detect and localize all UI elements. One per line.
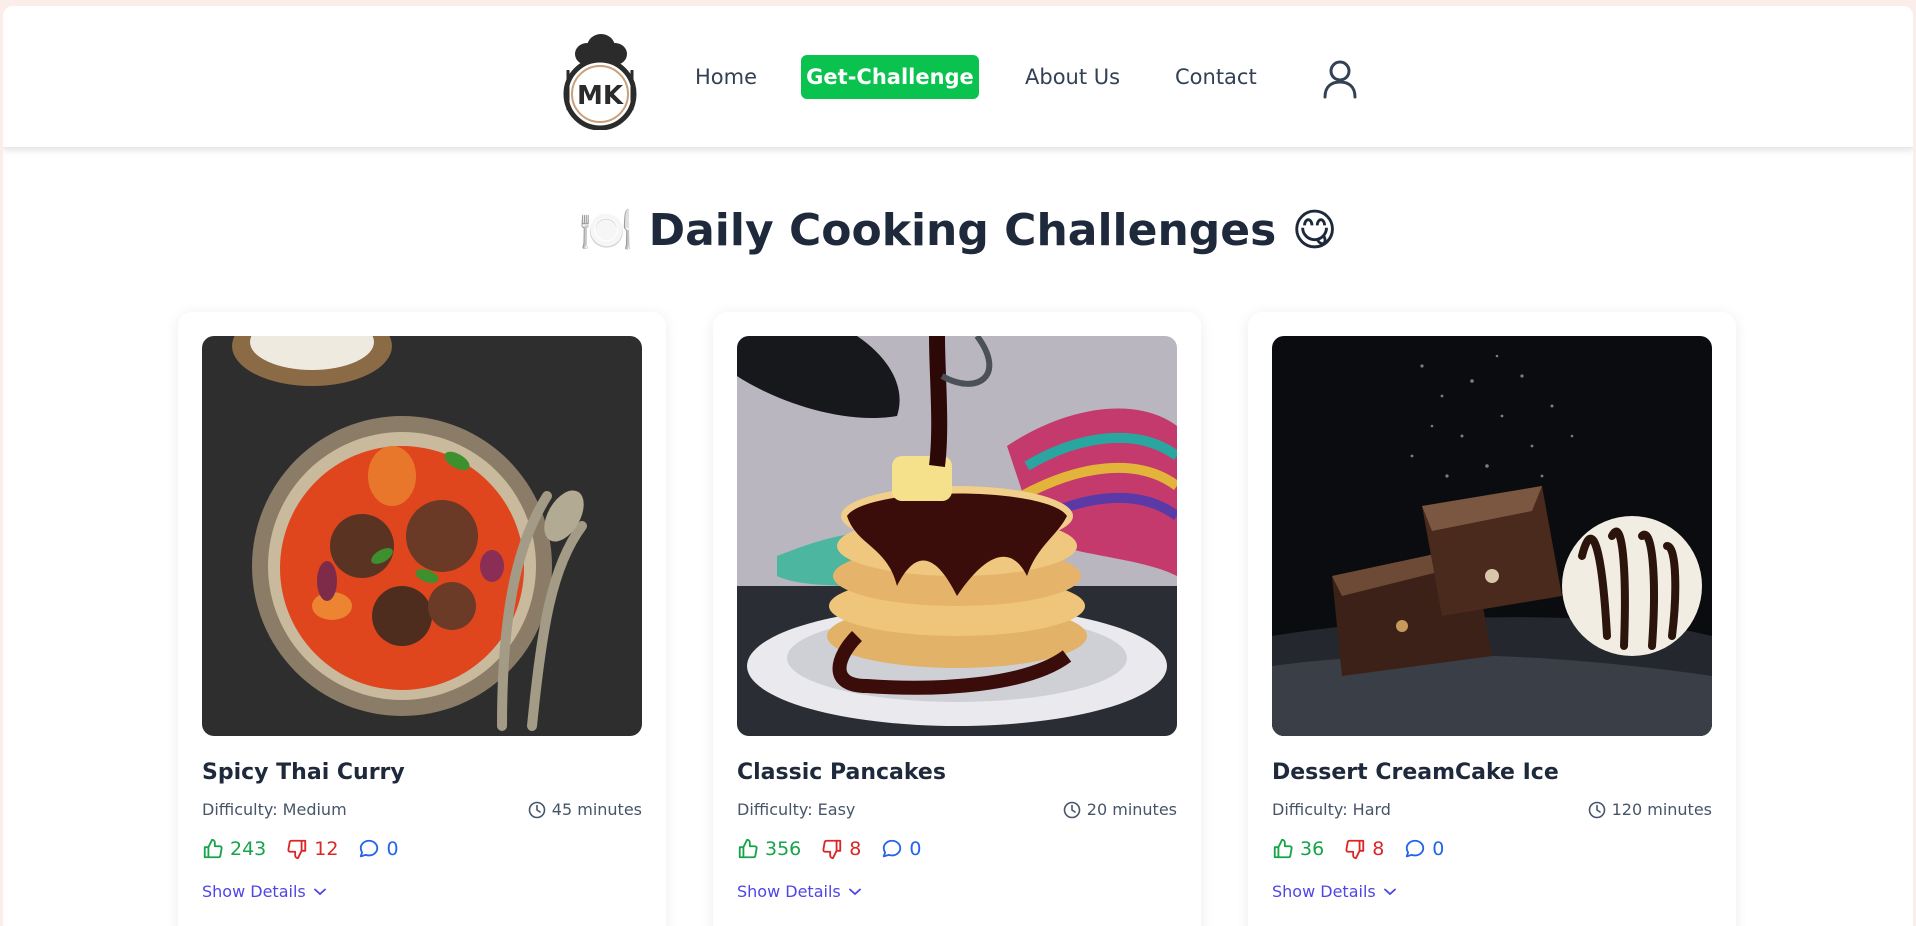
chevron-down-icon [1383, 888, 1396, 895]
comment-count: 0 [909, 838, 922, 860]
clock-icon [528, 801, 546, 818]
recipe-image-thai-curry [202, 336, 642, 736]
card-title: Classic Pancakes [737, 760, 946, 785]
duration: 120 minutes [1588, 800, 1712, 819]
show-details-toggle[interactable]: Show Details [1272, 882, 1396, 901]
recipe-image-pancakes [737, 336, 1177, 736]
nav-get-challenge-button[interactable]: Get-Challenge [801, 55, 979, 99]
like-button[interactable]: 356 [737, 838, 801, 860]
difficulty-label: Difficulty: Medium [202, 800, 347, 819]
challenge-card: Dessert CreamCake Ice Difficulty: Hard 1… [1248, 312, 1736, 926]
like-button[interactable]: 243 [202, 838, 266, 860]
comment-button[interactable]: 0 [881, 838, 921, 860]
thumbs-up-icon [738, 838, 758, 859]
like-count: 356 [765, 838, 802, 860]
dislike-button[interactable]: 8 [1344, 838, 1384, 860]
chevron-down-icon [848, 888, 861, 895]
show-details-toggle[interactable]: Show Details [202, 882, 326, 901]
dislike-count: 8 [849, 838, 862, 860]
like-button[interactable]: 36 [1272, 838, 1324, 860]
challenge-card: Spicy Thai Curry Difficulty: Medium 45 m… [178, 312, 666, 926]
page-title-text: Daily Cooking Challenges [648, 205, 1277, 256]
duration-text: 120 minutes [1611, 800, 1712, 819]
clock-icon [1063, 801, 1081, 818]
comment-count: 0 [386, 838, 399, 860]
dislike-button[interactable]: 12 [286, 838, 338, 860]
duration: 20 minutes [1063, 800, 1177, 819]
comment-button[interactable]: 0 [358, 838, 399, 860]
thumbs-up-icon [203, 838, 223, 859]
reaction-bar: 243 12 0 [202, 838, 399, 860]
nav-about-link[interactable]: About Us [1025, 55, 1120, 99]
reaction-bar: 356 8 0 [737, 838, 921, 860]
like-count: 243 [230, 838, 267, 860]
thumbs-up-icon [1273, 838, 1293, 859]
mk-chef-logo-icon[interactable]: MK [560, 30, 640, 131]
plate-emoji-icon: 🍽️ [578, 205, 634, 256]
nav-home-link[interactable]: Home [695, 55, 757, 99]
show-details-label: Show Details [1272, 882, 1376, 901]
comment-button[interactable]: 0 [1404, 838, 1444, 860]
recipe-image-dessert [1272, 336, 1712, 736]
like-count: 36 [1300, 838, 1325, 860]
logo-text: MK [577, 81, 624, 111]
clock-icon [1588, 801, 1605, 818]
card-meta: Difficulty: Hard 120 minutes [1272, 800, 1712, 819]
card-title: Dessert CreamCake Ice [1272, 760, 1559, 785]
dislike-button[interactable]: 8 [821, 838, 861, 860]
difficulty-label: Difficulty: Hard [1272, 800, 1391, 819]
comment-icon [360, 839, 379, 858]
challenge-card: Classic Pancakes Difficulty: Easy 20 min… [713, 312, 1201, 926]
show-details-toggle[interactable]: Show Details [737, 882, 861, 901]
duration: 45 minutes [528, 800, 642, 819]
dislike-count: 12 [314, 838, 339, 860]
card-meta: Difficulty: Easy 20 minutes [737, 800, 1177, 819]
comment-icon [1406, 839, 1425, 858]
show-details-label: Show Details [202, 882, 306, 901]
page-title: 🍽️ Daily Cooking Challenges 😋 [3, 204, 1913, 256]
show-details-label: Show Details [737, 882, 841, 901]
user-icon[interactable] [1322, 59, 1358, 99]
comment-icon [883, 839, 902, 858]
card-title: Spicy Thai Curry [202, 760, 405, 785]
thumbs-down-icon [287, 839, 307, 860]
duration-text: 45 minutes [551, 800, 642, 819]
dislike-count: 8 [1372, 838, 1385, 860]
navbar: MK Home Get-Challenge About Us Contact [3, 6, 1913, 148]
card-meta: Difficulty: Medium 45 minutes [202, 800, 642, 819]
duration-text: 20 minutes [1086, 800, 1177, 819]
comment-count: 0 [1432, 838, 1445, 860]
yum-emoji-icon: 😋 [1291, 205, 1338, 256]
app-window: MK Home Get-Challenge About Us Contact 🍽… [3, 6, 1913, 926]
nav-contact-link[interactable]: Contact [1175, 55, 1257, 99]
chevron-down-icon [313, 888, 326, 895]
thumbs-down-icon [822, 839, 842, 860]
reaction-bar: 36 8 0 [1272, 838, 1444, 860]
difficulty-label: Difficulty: Easy [737, 800, 856, 819]
thumbs-down-icon [1345, 839, 1365, 860]
